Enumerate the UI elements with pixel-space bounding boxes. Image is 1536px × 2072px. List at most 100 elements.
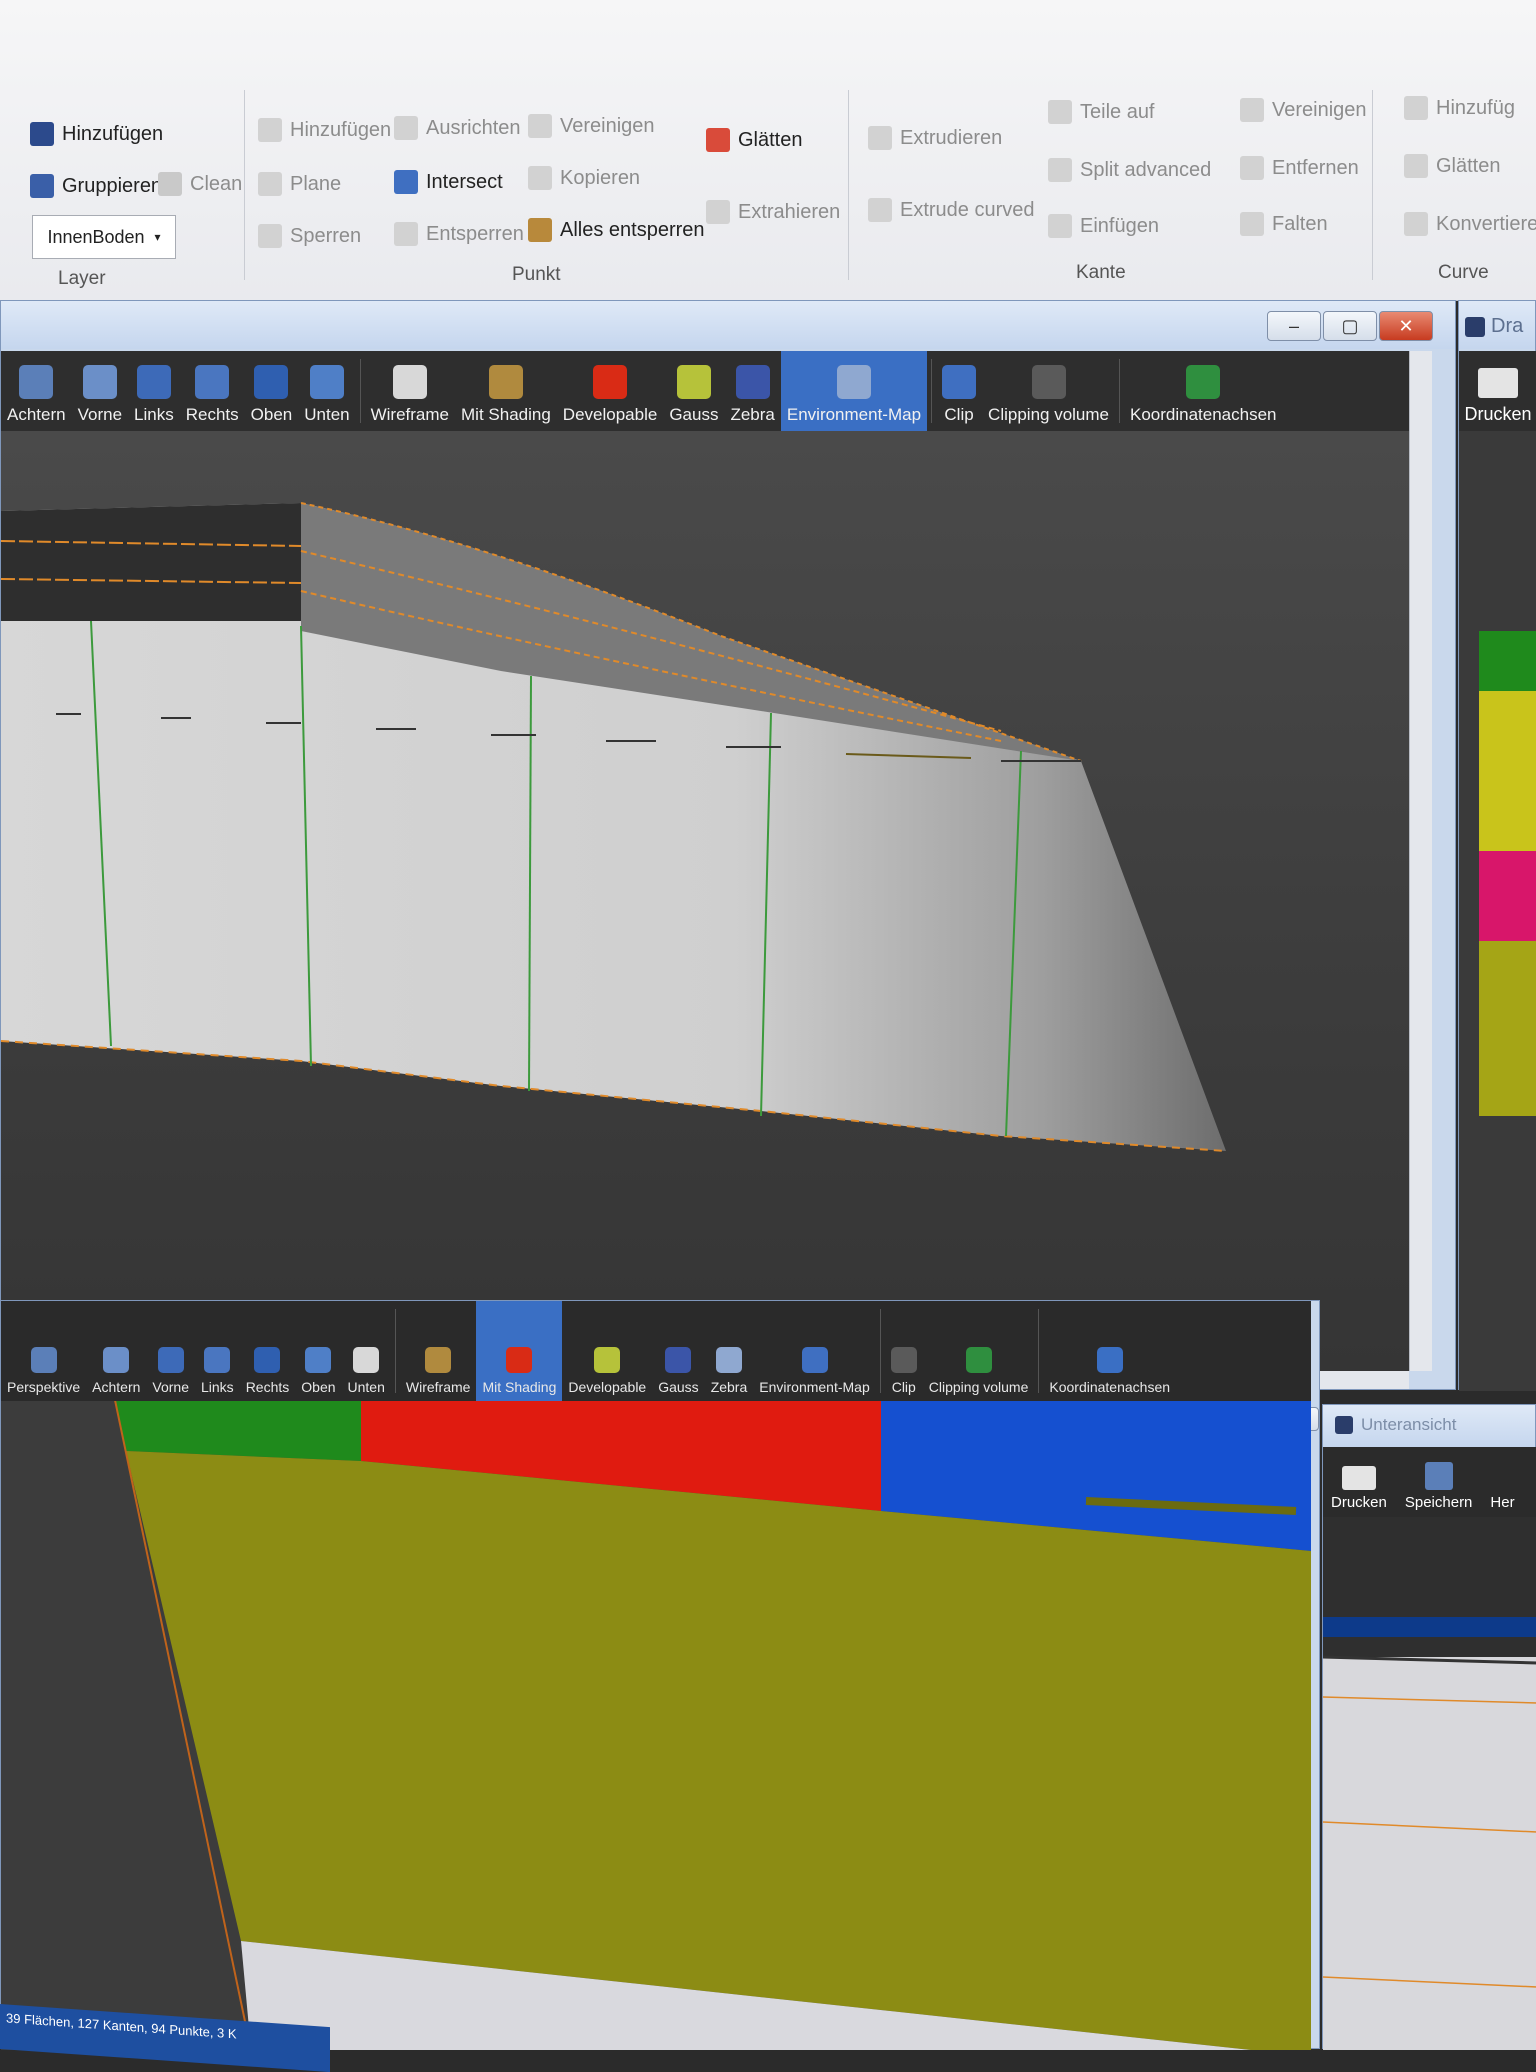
toolbar-separator [1119, 359, 1120, 423]
copy-button[interactable]: Kopieren [528, 166, 640, 190]
color-bands [1459, 431, 1536, 1391]
point-add-button[interactable]: Hinzufügen [258, 118, 391, 142]
tool-zebra[interactable]: Zebra [724, 351, 780, 431]
layer-add-button[interactable]: Hinzufügen [30, 122, 163, 146]
extrude-curved-icon [868, 198, 892, 222]
close-button[interactable]: ✕ [1379, 311, 1433, 341]
zebra-icon [735, 365, 770, 399]
side-3d-viewport[interactable] [1459, 431, 1536, 1391]
perspective-viewport[interactable] [1, 1401, 1311, 2050]
more-button[interactable]: Her [1490, 1494, 1514, 1511]
edge-unite-button[interactable]: Vereinigen [1240, 98, 1367, 122]
tool-developable[interactable]: Developable [562, 1301, 652, 1401]
clipping-volume-icon [965, 1347, 992, 1373]
vertical-scrollbar[interactable] [1409, 351, 1432, 1371]
remove-button[interactable]: Entfernen [1240, 156, 1359, 180]
group-label-curve: Curve [1438, 262, 1489, 283]
tool-clip[interactable]: Clip [936, 351, 982, 431]
tool-environment-map[interactable]: Environment-Map [780, 351, 928, 431]
tool-developable[interactable]: Developable [557, 351, 664, 431]
extrude-curved-button[interactable]: Extrude curved [868, 198, 1035, 222]
point-unite-button[interactable]: Vereinigen [528, 114, 655, 138]
layer-select[interactable]: InnenBoden ▾ [32, 215, 176, 259]
tool-wireframe[interactable]: Wireframe [400, 1301, 477, 1401]
ribbon-divider [1372, 90, 1373, 280]
tool-gauss[interactable]: Gauss [663, 351, 724, 431]
unlock-button[interactable]: Entsperren [394, 222, 524, 246]
tool-perspektive[interactable]: Perspektive [1, 1301, 86, 1401]
achtern-icon [19, 365, 54, 399]
maximize-icon: ▢ [1341, 315, 1359, 336]
split-advanced-icon [1048, 158, 1072, 182]
layer-clean-button[interactable]: Clean [158, 172, 242, 196]
tool-zebra[interactable]: Zebra [705, 1301, 754, 1401]
unteransicht-title: Unteransicht [1361, 1415, 1457, 1434]
curve-add-button[interactable]: Hinzufüg [1404, 96, 1515, 120]
gauss-icon [676, 365, 711, 399]
layer-group-button[interactable]: Gruppieren [30, 174, 162, 198]
copy-icon [528, 166, 552, 190]
tool-unten[interactable]: Unten [342, 1301, 391, 1401]
perspektive-icon [30, 1347, 57, 1373]
fold-button[interactable]: Falten [1240, 212, 1328, 236]
hull-render [1, 502, 1227, 1152]
links-icon [136, 365, 171, 399]
tool-environment-map[interactable]: Environment-Map [753, 1301, 876, 1401]
unlock-all-button[interactable]: Alles entsperren [528, 218, 705, 242]
bottom-view-viewport[interactable] [1323, 1517, 1536, 2050]
unlock-all-icon [528, 218, 552, 242]
tool-clip[interactable]: Clip [885, 1301, 923, 1401]
tool-koordinatenachsen[interactable]: Koordinatenachsen [1043, 1301, 1176, 1401]
ribbon-divider [244, 90, 245, 280]
tool-wireframe[interactable]: Wireframe [365, 351, 455, 431]
tool-vorne[interactable]: Vorne [72, 351, 128, 431]
unten-icon [309, 365, 344, 399]
curve-smooth-button[interactable]: Glätten [1404, 154, 1500, 178]
tool-mit-shading[interactable]: Mit Shading [455, 351, 557, 431]
tool-gauss[interactable]: Gauss [652, 1301, 704, 1401]
print-button[interactable]: Drucken [1331, 1466, 1387, 1511]
print-button[interactable]: Drucken [1459, 351, 1536, 431]
lock-button[interactable]: Sperren [258, 224, 361, 248]
tool-rechts[interactable]: Rechts [240, 1301, 296, 1401]
tool-clipping-volume[interactable]: Clipping volume [923, 1301, 1035, 1401]
intersect-button[interactable]: Intersect [394, 170, 503, 194]
smooth-button[interactable]: Glätten [706, 128, 802, 152]
tool-mit-shading[interactable]: Mit Shading [476, 1301, 563, 1401]
floppy-disk-icon [1424, 1462, 1453, 1490]
tool-oben[interactable]: Oben [245, 351, 299, 431]
achtern-icon [103, 1347, 130, 1373]
extrude-button[interactable]: Extrudieren [868, 126, 1002, 150]
extrude-icon [868, 126, 892, 150]
split-advanced-button[interactable]: Split advanced [1048, 158, 1211, 182]
remove-icon [1240, 156, 1264, 180]
minimize-button[interactable]: – [1267, 311, 1321, 341]
layer-add-icon [30, 122, 54, 146]
tool-rechts[interactable]: Rechts [180, 351, 245, 431]
tool-oben[interactable]: Oben [295, 1301, 341, 1401]
tool-links[interactable]: Links [128, 351, 180, 431]
environment-map-icon [836, 365, 871, 399]
tool-links[interactable]: Links [195, 1301, 240, 1401]
tool-koordinatenachsen[interactable]: Koordinatenachsen [1124, 351, 1283, 431]
maximize-button[interactable]: ▢ [1323, 311, 1377, 341]
zebra-icon [715, 1347, 742, 1373]
main-3d-viewport[interactable] [1, 431, 1409, 1371]
tool-clipping-volume[interactable]: Clipping volume [982, 351, 1115, 431]
tool-achtern[interactable]: Achtern [86, 1301, 146, 1401]
align-button[interactable]: Ausrichten [394, 116, 521, 140]
point-add-icon [258, 118, 282, 142]
convert-button[interactable]: Konvertiere [1404, 212, 1536, 236]
insert-button[interactable]: Einfügen [1048, 214, 1159, 238]
tool-achtern[interactable]: Achtern [1, 351, 72, 431]
save-button[interactable]: Speichern [1405, 1462, 1472, 1511]
app-icon [1335, 1416, 1353, 1434]
ribbon-divider [848, 90, 849, 280]
tool-unten[interactable]: Unten [298, 351, 355, 431]
split-button[interactable]: Teile auf [1048, 100, 1155, 124]
extract-button[interactable]: Extrahieren [706, 200, 840, 224]
rechts-icon [195, 365, 230, 399]
tool-vorne[interactable]: Vorne [146, 1301, 195, 1401]
plane-button[interactable]: Plane [258, 172, 341, 196]
lower-view-toolbar: Perspektive Achtern Vorne Links Rechts Oben Un… [1, 1301, 1311, 1401]
